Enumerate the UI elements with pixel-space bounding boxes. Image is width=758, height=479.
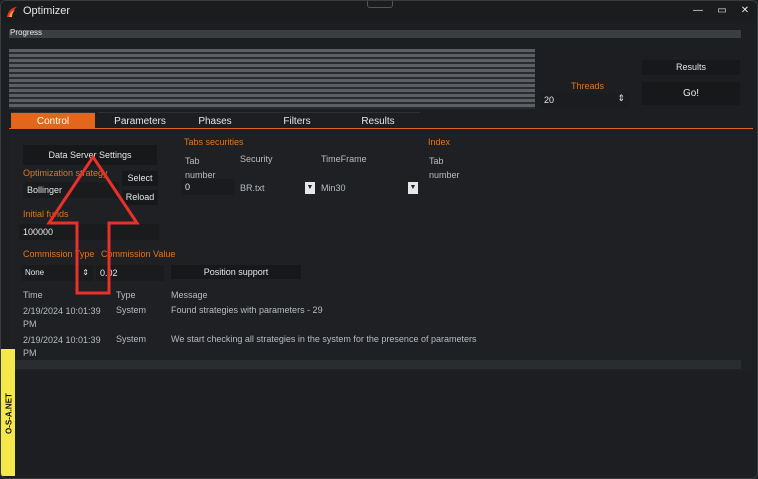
results-button[interactable]: Results <box>642 60 740 75</box>
security-dropdown-icon[interactable]: ▼ <box>305 182 315 194</box>
log-header-message: Message <box>171 290 208 300</box>
log-message: Found strategies with parameters - 29 <box>171 305 323 315</box>
log-type: System <box>116 334 147 344</box>
title-bar[interactable]: Optimizer — ▭ ✕ <box>1 1 757 23</box>
app-logo-icon <box>7 7 17 17</box>
optimizer-window: Optimizer — ▭ ✕ Progress Threads 20 ⇕ Re… <box>0 0 758 479</box>
horizontal-scrollbar[interactable] <box>15 360 741 369</box>
log-time: 2/19/2024 10:01:39 PM <box>23 335 101 358</box>
progress-bar <box>9 30 741 38</box>
index-tab-number-label: Tab number <box>429 156 460 180</box>
commission-type-value: None <box>25 268 45 277</box>
progress-visualization <box>9 49 535 109</box>
tabs-securities-header: Tabs securities <box>184 137 244 147</box>
tab-number-field[interactable]: 0 <box>181 179 235 195</box>
timeframe-value: Min30 <box>321 183 346 193</box>
window-title: Optimizer <box>23 5 71 17</box>
annotation-arrow-icon <box>46 154 140 295</box>
tab-number-label: Tab number <box>185 156 216 180</box>
timeframe-dropdown-icon[interactable]: ▼ <box>408 182 418 194</box>
watermark-text: O-S-A.NET <box>4 393 14 434</box>
security-label: Security <box>240 154 273 164</box>
drag-grip-icon[interactable] <box>367 1 393 8</box>
minimize-button[interactable]: — <box>691 4 705 18</box>
progress-label: Progress <box>10 28 43 37</box>
log-message: We start checking all strategies in the … <box>171 334 477 344</box>
maximize-button[interactable]: ▭ <box>715 4 729 18</box>
threads-stepper[interactable]: 20 ⇕ <box>541 93 629 107</box>
threads-label: Threads <box>571 81 605 91</box>
log-time: 2/19/2024 10:01:39 PM <box>23 306 101 329</box>
position-support-button[interactable]: Position support <box>171 265 301 279</box>
log-header-time: Time <box>23 290 43 300</box>
watermark-badge: O-S-A.NET <box>1 349 15 476</box>
updown-arrows-icon[interactable]: ⇕ <box>617 93 625 104</box>
log-type: System <box>116 305 147 315</box>
security-value: BR.txt <box>240 183 265 193</box>
close-button[interactable]: ✕ <box>738 4 752 18</box>
threads-value: 20 <box>544 95 555 105</box>
timeframe-label: TimeFrame <box>321 154 367 164</box>
go-button[interactable]: Go! <box>642 82 740 105</box>
index-header: Index <box>428 137 451 147</box>
